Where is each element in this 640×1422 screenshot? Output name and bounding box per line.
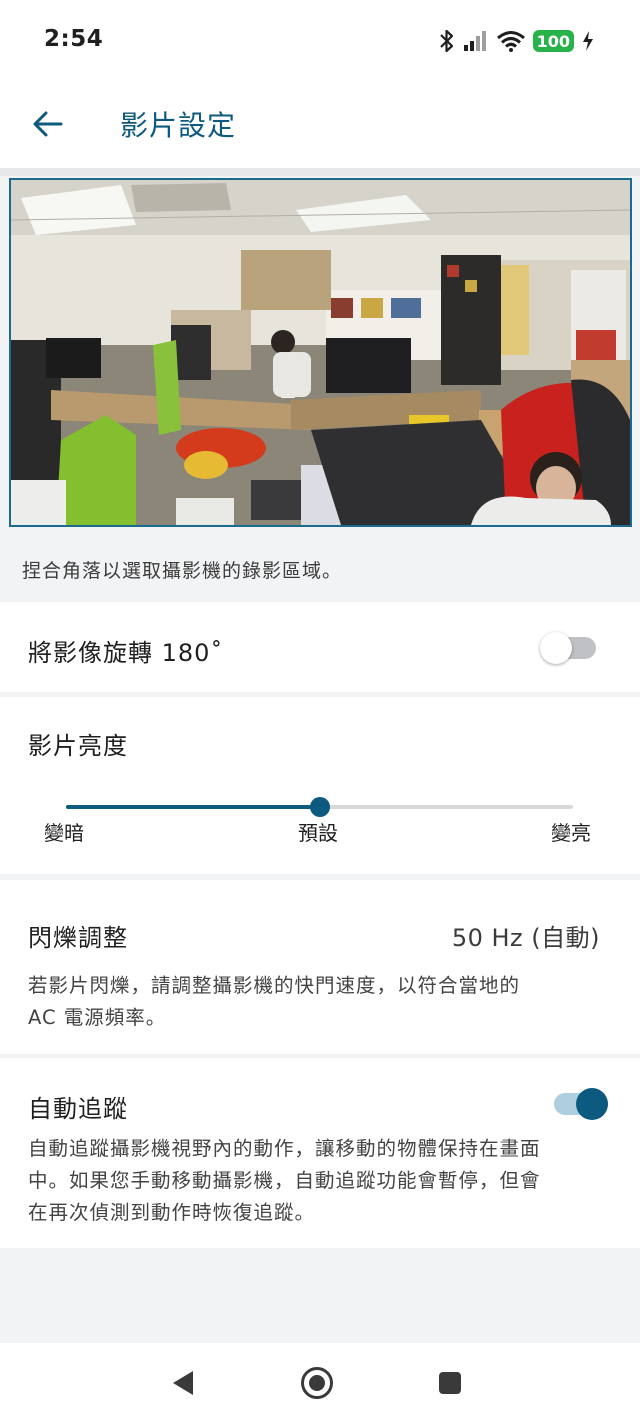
slider-thumb[interactable] — [309, 797, 330, 817]
arrow-back-icon — [33, 111, 63, 137]
brightness-max-label: 變亮 — [551, 821, 591, 845]
nav-back-icon — [173, 1371, 193, 1395]
status-time: 2:54 — [44, 26, 104, 52]
signal-icon — [463, 30, 489, 52]
brightness-title: 影片亮度 — [28, 732, 128, 760]
charging-bolt-icon — [582, 31, 594, 51]
camera-preview-frame[interactable] — [9, 178, 632, 527]
rotate-toggle[interactable] — [540, 632, 596, 664]
auto-tracking-title: 自動追蹤 — [28, 1095, 128, 1123]
nav-recents-icon — [439, 1372, 461, 1394]
nav-recents-button[interactable] — [432, 1365, 468, 1401]
brightness-min-label: 變暗 — [44, 821, 84, 845]
back-button[interactable] — [26, 102, 70, 146]
status-icons: 100 — [439, 28, 594, 54]
nav-home-icon — [301, 1367, 333, 1399]
auto-tracking-card: 自動追蹤 自動追蹤攝影機視野內的動作，讓移動的物體保持在畫面 中。如果您手動移動… — [0, 1058, 640, 1248]
auto-tracking-toggle[interactable] — [552, 1088, 608, 1120]
brightness-slider[interactable] — [66, 795, 573, 819]
flicker-description-line: AC 電源頻率。 — [28, 1006, 167, 1029]
nav-home-button[interactable] — [299, 1365, 335, 1401]
auto-tracking-toggle-thumb — [576, 1088, 608, 1120]
status-bar: 2:54 100 — [0, 0, 640, 80]
rotate-label: 將影像旋轉 180˚ — [28, 639, 224, 667]
flicker-card: 閃爍調整 50 Hz (自動) 若影片閃爍，請調整攝影機的快門速度，以符合當地的… — [0, 880, 640, 1054]
battery-icon: 100 — [532, 30, 574, 52]
flicker-description: 若影片閃爍，請調整攝影機的快門速度，以符合當地的 AC 電源頻率。 — [28, 970, 618, 1034]
nav-back-button[interactable] — [165, 1365, 201, 1401]
rotate-toggle-thumb — [540, 632, 572, 664]
app-bar: 影片設定 — [0, 80, 640, 168]
flicker-description-line: 若影片閃爍，請調整攝影機的快門速度，以符合當地的 — [28, 974, 521, 997]
rotate-card: 將影像旋轉 180˚ — [0, 602, 640, 692]
brightness-default-label: 預設 — [298, 821, 338, 845]
auto-tracking-description-line: 在再次偵測到動作時恢復追蹤。 — [28, 1201, 316, 1224]
preview-hint: 捏合角落以選取攝影機的錄影區域。 — [22, 560, 343, 582]
app-screen: 2:54 100 影片設定 捏合角落以選取攝影機的錄影區域。 將影像旋轉 180… — [0, 0, 640, 1422]
slider-fill — [66, 805, 320, 809]
system-nav-bar — [0, 1343, 640, 1422]
page-title: 影片設定 — [120, 109, 237, 142]
flicker-value[interactable]: 50 Hz (自動) — [452, 918, 600, 953]
preview-area: 捏合角落以選取攝影機的錄影區域。 — [0, 176, 640, 600]
bluetooth-icon — [439, 29, 455, 53]
brightness-card: 影片亮度 變暗 預設 變亮 — [0, 697, 640, 874]
camera-preview-image — [11, 180, 630, 525]
auto-tracking-description: 自動追蹤攝影機視野內的動作，讓移動的物體保持在畫面 中。如果您手動移動攝影機，自… — [28, 1133, 618, 1229]
wifi-icon — [496, 30, 525, 52]
flicker-title: 閃爍調整 — [28, 924, 128, 952]
header-divider — [0, 168, 640, 176]
auto-tracking-description-line: 自動追蹤攝影機視野內的動作，讓移動的物體保持在畫面 — [28, 1137, 541, 1160]
auto-tracking-description-line: 中。如果您手動移動攝影機，自動追蹤功能會暫停，但會 — [28, 1169, 541, 1192]
